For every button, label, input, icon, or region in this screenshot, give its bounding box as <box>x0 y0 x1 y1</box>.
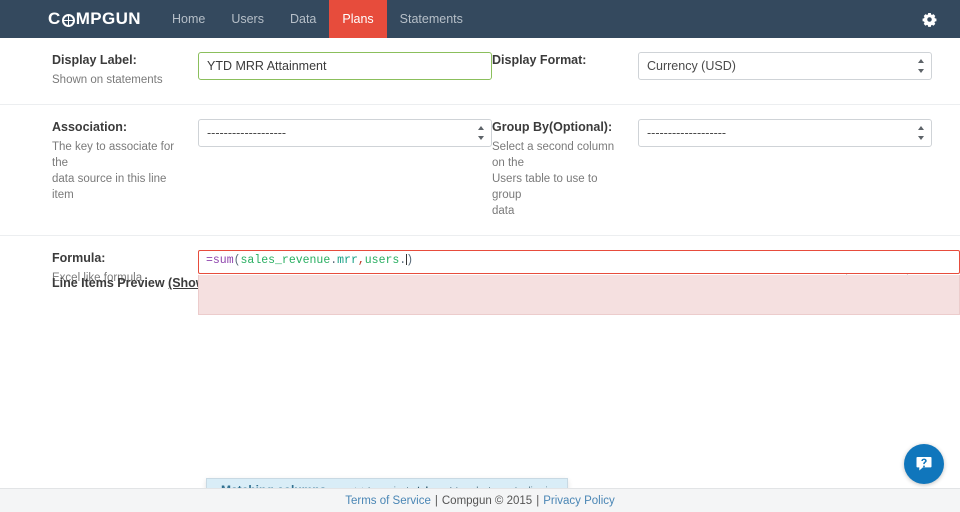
form-row-association: Association: The key to associate for th… <box>0 105 960 236</box>
footer-separator-1: | <box>434 494 438 507</box>
field-group-by: Group By(Optional): Select a second colu… <box>492 119 932 219</box>
formula-title: Formula: <box>52 251 106 265</box>
display-label-title: Display Label: <box>52 53 137 67</box>
display-label-labelbox: Display Label: Shown on statements <box>52 52 198 88</box>
nav-item-users[interactable]: Users <box>218 0 277 38</box>
display-format-title: Display Format: <box>492 53 587 67</box>
formula-tokens: =sum(sales_revenue.mrr,users. <box>206 254 406 267</box>
group-by-control: ------------------- <box>638 119 932 219</box>
nav-item-home[interactable]: Home <box>159 0 218 38</box>
display-format-labelbox: Display Format: <box>492 52 638 88</box>
form-row-display: Display Label: Shown on statements Displ… <box>0 38 960 105</box>
brand-logo[interactable]: C MPGUN <box>0 0 141 38</box>
formula-token-2: sales_revenue <box>240 254 331 267</box>
gear-icon[interactable] <box>916 0 942 38</box>
formula-token-6: users <box>364 254 400 267</box>
formula-error-panel <box>198 275 960 315</box>
display-label-control <box>198 52 492 88</box>
nav-item-data[interactable]: Data <box>277 0 329 38</box>
display-label-input[interactable] <box>198 52 492 80</box>
display-format-select[interactable]: Currency (USD) <box>638 52 932 80</box>
association-labelbox: Association: The key to associate for th… <box>52 119 198 219</box>
footer-separator-2: | <box>536 494 540 507</box>
globe-icon <box>61 13 75 27</box>
association-control: ------------------- <box>198 119 492 219</box>
nav-item-plans[interactable]: Plans <box>329 0 387 38</box>
formula-token-5: , <box>357 254 365 267</box>
group-by-select[interactable]: ------------------- <box>638 119 932 147</box>
page-footer: Terms of Service | Compgun © 2015 | Priv… <box>0 488 960 512</box>
privacy-policy-link[interactable]: Privacy Policy <box>543 495 615 507</box>
top-navbar: C MPGUN Home Users Data Plans Statements <box>0 0 960 38</box>
formula-token-0: =sum <box>206 254 234 267</box>
terms-of-service-link[interactable]: Terms of Service <box>345 495 431 507</box>
nav-item-statements[interactable]: Statements <box>387 0 476 38</box>
association-select[interactable]: ------------------- <box>198 119 492 147</box>
formula-tail: ) <box>406 254 414 267</box>
field-display-format: Display Format: Currency (USD) <box>492 52 932 88</box>
group-by-help-2: Users table to use to group <box>492 173 598 201</box>
display-format-selectwrap: Currency (USD) <box>638 52 932 80</box>
main-content: Display Label: Shown on statements Displ… <box>0 38 960 512</box>
association-help-2: data source in this line item <box>52 173 167 201</box>
formula-input[interactable]: =sum(sales_revenue.mrr,users.) <box>198 250 960 274</box>
brand-text-pre: C <box>48 9 61 28</box>
app-root: C MPGUN Home Users Data Plans Statements … <box>0 0 960 512</box>
association-help-1: The key to associate for the <box>52 141 175 169</box>
group-by-title: Group By(Optional): <box>492 120 613 134</box>
formula-token-4: mrr <box>337 254 358 267</box>
group-by-help-3: data <box>492 205 515 217</box>
display-label-help: Shown on statements <box>52 74 163 86</box>
group-by-labelbox: Group By(Optional): Select a second colu… <box>492 119 638 219</box>
association-selectwrap: ------------------- <box>198 119 492 147</box>
formula-control: =sum(sales_revenue.mrr,users.) Matching … <box>198 250 960 512</box>
group-by-help-1: Select a second column on the <box>492 141 615 169</box>
nav-links: Home Users Data Plans Statements <box>159 0 476 38</box>
copyright-text: Compgun © 2015 <box>441 494 533 507</box>
formula-token-1: ( <box>233 254 241 267</box>
line-items-preview-text: Line Items Preview <box>52 276 169 290</box>
help-button[interactable] <box>904 444 944 484</box>
display-format-control: Currency (USD) <box>638 52 932 88</box>
field-association: Association: The key to associate for th… <box>52 119 492 219</box>
association-title: Association: <box>52 120 128 134</box>
field-display-label: Display Label: Shown on statements <box>52 52 492 88</box>
line-items-preview-label: Line Items Preview (Show): <box>52 276 214 290</box>
group-by-selectwrap: ------------------- <box>638 119 932 147</box>
brand-text-post: MPGUN <box>75 9 141 28</box>
